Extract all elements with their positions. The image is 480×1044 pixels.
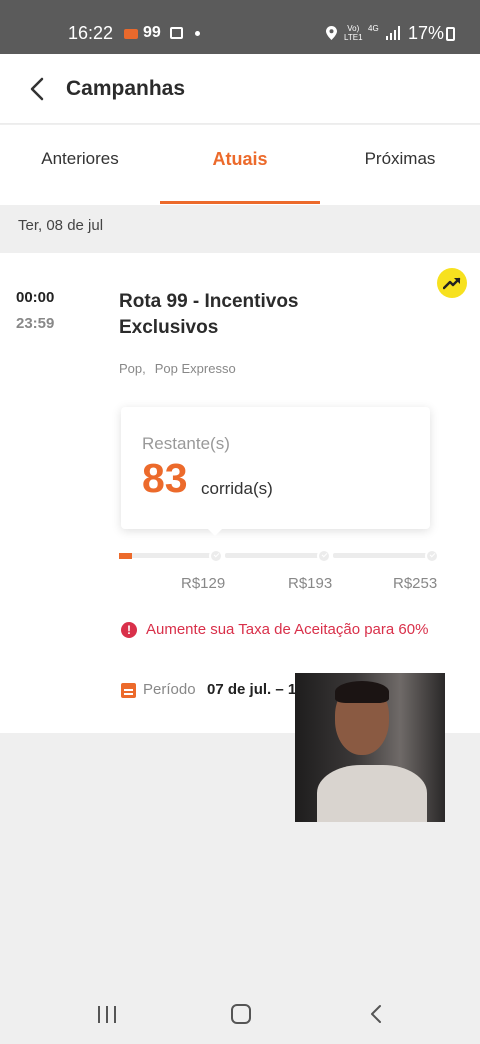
progress-fill — [119, 553, 132, 559]
period-value: 07 de jul. – 1 — [207, 681, 297, 698]
battery-charging-icon — [446, 27, 455, 41]
video-recording-icon — [124, 29, 138, 39]
alert-icon: ! — [121, 622, 137, 638]
status-bar: 16:22 99 Vo) LTE1 4G 17% — [0, 0, 480, 54]
back-arrow-icon[interactable] — [22, 72, 52, 106]
person-shirt — [317, 765, 427, 822]
battery-percent: 17% — [408, 23, 445, 43]
remaining-rides-tooltip: Restante(s) 83 corrida(s) — [121, 407, 430, 536]
system-nav-bar — [0, 984, 480, 1044]
person-hair — [335, 681, 389, 703]
campaign-title: Rota 99 - Incentivos Exclusivos — [119, 291, 299, 338]
more-notifications-dot-icon — [195, 31, 200, 36]
nav-back-icon[interactable] — [368, 1004, 384, 1024]
status-time: 16:22 — [68, 23, 114, 43]
volte-line1: Vo) — [347, 24, 360, 33]
app-header: Campanhas — [0, 54, 480, 124]
category-tag: Pop, — [119, 361, 146, 376]
image-notification-icon — [170, 27, 183, 39]
remaining-label: Restante(s) — [142, 434, 230, 453]
volte-indicator: Vo) LTE1 — [344, 24, 363, 42]
period-label: Período — [143, 681, 196, 698]
active-tab-indicator — [160, 201, 320, 204]
volte-line2: LTE1 — [344, 33, 363, 42]
calendar-icon — [121, 683, 136, 698]
progress-track — [119, 549, 441, 563]
milestone-check-icon — [209, 549, 223, 563]
recent-apps-icon[interactable] — [98, 1006, 118, 1023]
page-title: Campanhas — [66, 77, 186, 100]
reward-tier-3: R$253 — [393, 575, 438, 592]
home-icon[interactable] — [231, 1004, 251, 1024]
video-overlay[interactable] — [295, 673, 445, 822]
progress-segment — [333, 553, 431, 558]
campaign-start-time: 00:00 — [16, 289, 55, 306]
campaign-end-time: 23:59 — [16, 315, 55, 332]
remaining-count: 83 — [142, 455, 188, 501]
tooltip-pointer — [206, 527, 224, 536]
progress-segment — [225, 553, 323, 558]
remaining-unit: corrida(s) — [201, 479, 273, 498]
signal-icon — [386, 26, 400, 40]
app-notification-badge: 99 — [143, 24, 161, 41]
campaign-tabs: Anteriores Atuais Próximas — [0, 125, 480, 205]
date-label: Ter, 08 de jul — [18, 217, 104, 234]
category-tag: Pop Expresso — [154, 361, 236, 376]
location-icon — [326, 26, 337, 40]
tab-proximas[interactable]: Próximas — [320, 149, 480, 169]
milestone-check-icon — [317, 549, 331, 563]
campaign-categories: Pop, Pop Expresso — [119, 361, 236, 376]
network-type: 4G — [368, 24, 379, 33]
date-section-header: Ter, 08 de jul — [0, 205, 480, 253]
acceptance-rate-warning: Aumente sua Taxa de Aceitação para 60% — [146, 621, 429, 638]
milestone-check-icon — [425, 549, 439, 563]
tab-anteriores[interactable]: Anteriores — [0, 149, 160, 169]
tab-atuais[interactable]: Atuais — [160, 149, 320, 170]
reward-tier-2: R$193 — [288, 575, 333, 592]
campaign-card[interactable]: 00:00 23:59 Rota 99 - Incentivos Exclusi… — [0, 253, 480, 733]
progress-segment — [119, 553, 217, 558]
trend-up-icon — [437, 268, 467, 298]
reward-tier-1: R$129 — [181, 575, 226, 592]
